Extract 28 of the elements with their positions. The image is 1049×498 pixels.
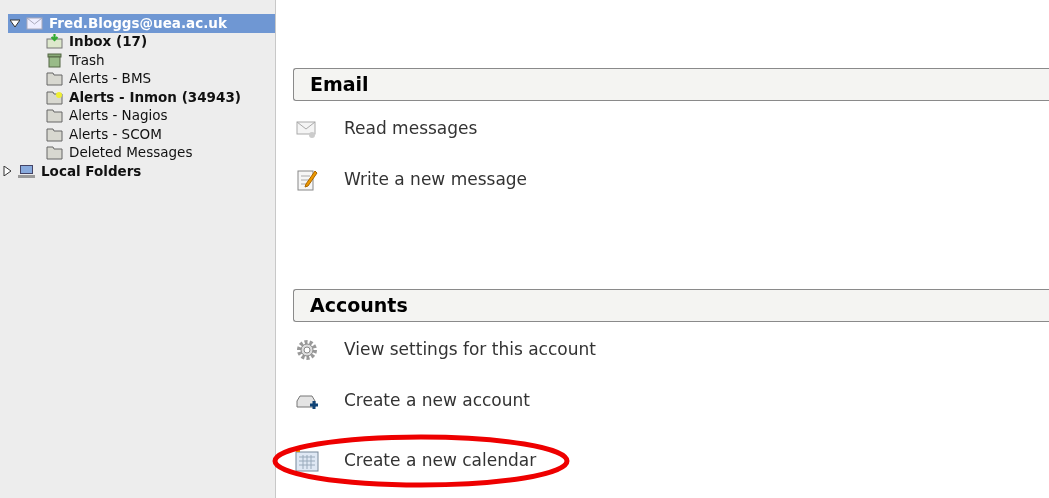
- folder-item[interactable]: Inbox (17): [0, 32, 275, 51]
- trash-icon: [46, 52, 63, 68]
- envelope-icon: [26, 15, 43, 31]
- folder-item[interactable]: Alerts - Nagios: [0, 106, 275, 125]
- folder-icon: [46, 89, 63, 105]
- action-link[interactable]: Write a new message: [344, 166, 528, 193]
- folder-item[interactable]: Alerts - BMS: [0, 69, 275, 88]
- computer-icon: [18, 163, 35, 179]
- gear-icon: [295, 337, 319, 362]
- folder-item[interactable]: Deleted Messages: [0, 143, 275, 162]
- folder-icon: [46, 108, 63, 124]
- inbox-icon: [46, 34, 63, 50]
- notepad-icon: [295, 167, 319, 192]
- folder-item[interactable]: Local Folders: [0, 162, 275, 181]
- folder-item[interactable]: Trash: [0, 51, 275, 70]
- section-header: Email: [293, 68, 1049, 101]
- folder-item[interactable]: Alerts - SCOM: [0, 125, 275, 144]
- folder-icon: [46, 145, 63, 161]
- expander-icon[interactable]: [10, 18, 20, 29]
- folder-item[interactable]: Alerts - Inmon (34943): [0, 88, 275, 107]
- calendar-icon: [295, 448, 319, 473]
- folder-icon: [46, 126, 63, 142]
- expander-icon[interactable]: [2, 166, 12, 177]
- action-link[interactable]: Read messages: [344, 115, 478, 142]
- section-header: Accounts: [293, 289, 1049, 322]
- action-link[interactable]: Create a new account: [344, 387, 530, 414]
- folder-icon: [46, 71, 63, 87]
- action-link[interactable]: View settings for this account: [344, 336, 596, 363]
